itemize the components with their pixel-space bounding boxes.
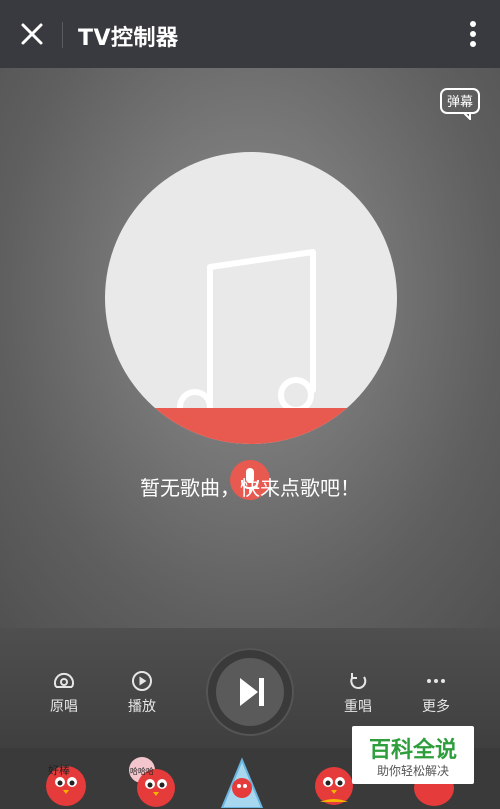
page-title: TV控制器	[78, 26, 179, 51]
watermark-logo: 百科全说 助你轻松解决	[352, 726, 474, 784]
music-note-icon	[177, 249, 316, 425]
more-button[interactable]: 更多	[406, 670, 466, 716]
original-vocal-button[interactable]: 原唱	[34, 670, 94, 716]
more-horizontal-icon	[427, 679, 445, 683]
sticker-item[interactable]: 哈哈哈	[124, 752, 180, 808]
ice-bird-sticker-icon	[220, 757, 264, 809]
danmu-button[interactable]: 弹幕	[440, 88, 480, 122]
play-label: 播放	[128, 699, 156, 715]
more-menu-button[interactable]	[468, 20, 478, 48]
speech-bubble-icon: 弹幕	[440, 88, 480, 122]
top-bar: TV控制器	[0, 0, 500, 68]
sticker-text: 好棒	[48, 763, 70, 777]
watermark-title: 百科全说	[368, 738, 457, 763]
play-button[interactable]: 播放	[112, 670, 172, 716]
skip-next-icon	[240, 678, 264, 706]
red-bird-sticker-icon: 哈哈哈	[129, 757, 175, 807]
repeat-icon	[350, 673, 367, 690]
album-disc	[105, 152, 397, 444]
sticker-text: 哈哈哈	[130, 766, 154, 776]
next-song-button[interactable]	[206, 648, 294, 736]
original-vocal-label: 原唱	[50, 699, 78, 715]
next-song-button-face	[216, 658, 284, 726]
disc-band	[105, 408, 397, 444]
sticker-item[interactable]: 好棒	[36, 752, 92, 808]
player-stage: 弹幕 暂无歌曲，快来点歌吧！	[0, 68, 500, 628]
close-icon	[21, 23, 43, 45]
repeat-label: 重唱	[344, 699, 372, 715]
divider	[62, 22, 63, 48]
play-circle-icon	[132, 671, 152, 691]
watermark-subtitle: 助你轻松解决	[376, 764, 449, 778]
red-bird-sticker-icon: 好棒	[46, 763, 86, 806]
sticker-item[interactable]	[214, 752, 270, 809]
repeat-button[interactable]: 重唱	[328, 670, 388, 716]
empty-queue-message: 暂无歌曲，快来点歌吧！	[140, 476, 360, 500]
danmu-label: 弹幕	[447, 95, 473, 110]
more-label: 更多	[422, 699, 450, 715]
disc-icon	[54, 672, 74, 688]
close-button[interactable]	[16, 18, 48, 50]
more-vertical-icon	[470, 21, 476, 47]
